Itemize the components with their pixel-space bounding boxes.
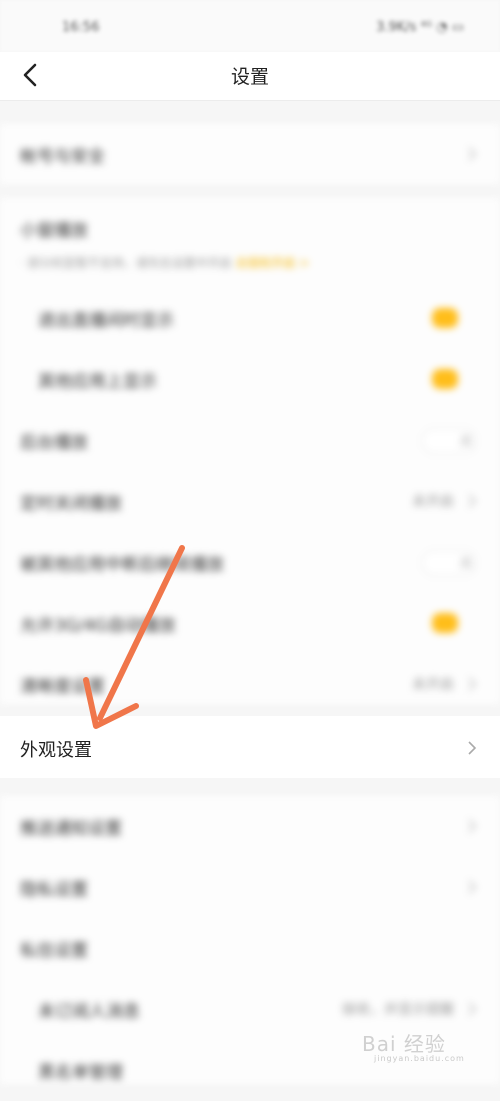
settings-row-other-apps[interactable]: 其他应用上显示: [0, 349, 500, 410]
section-playback: 小窗播放 退出直播间时显示 其他应用上显示 后台播放 关 定时关闭播放 未开启 …: [0, 198, 500, 704]
mini-window-note: · 部分机型暂不支持，请先在设置中开启 去授权开启 >: [20, 254, 309, 271]
row-label: 其他应用上显示: [38, 372, 157, 392]
row-label: 小窗播放: [20, 221, 88, 241]
settings-row-push[interactable]: 推送通知设置: [0, 796, 500, 857]
settings-row-exit-live[interactable]: 退出直播间时显示: [0, 288, 500, 349]
settings-row-background-play[interactable]: 后台播放 关: [0, 410, 500, 471]
settings-row-appearance[interactable]: 外观设置: [0, 716, 500, 778]
note-text: · 部分机型暂不支持，请先在设置中开启: [20, 256, 232, 270]
settings-row-timer-close[interactable]: 定时关闭播放 未开启: [0, 471, 500, 532]
toggle-switch-on[interactable]: [432, 613, 458, 633]
row-label: 未订阅人消息: [38, 1002, 140, 1022]
row-value: 接收，并显示提醒: [342, 1002, 454, 1018]
row-label: 推送通知设置: [20, 819, 122, 839]
chevron-left-icon: [23, 63, 37, 87]
toggle-text: 关: [459, 556, 473, 572]
settings-row-mobile-autoplay[interactable]: 允许3G/4G自动播放: [0, 593, 500, 654]
toggle-switch-off[interactable]: 关: [422, 550, 476, 576]
chevron-right-icon: [468, 147, 477, 161]
toggle-text: 关: [459, 434, 473, 450]
back-button[interactable]: [14, 58, 46, 92]
toggle-switch-off[interactable]: 关: [422, 428, 476, 454]
watermark-text: Bai 经验: [362, 1032, 446, 1056]
row-label: 允许3G/4G自动播放: [20, 616, 176, 636]
chevron-right-icon: [468, 1002, 477, 1016]
toggle-switch-on[interactable]: [432, 308, 458, 328]
row-label: 被其他应用中断后继续播放: [20, 555, 224, 575]
row-label: 黑名单管理: [38, 1063, 123, 1083]
chevron-right-icon: [468, 819, 477, 833]
chevron-right-icon: [468, 494, 477, 508]
status-bar: 16:56 3.9K/s ⁴ᴳ ◔ ▭: [0, 0, 500, 52]
settings-row-quality[interactable]: 清晰度设置 未开启: [0, 654, 500, 715]
settings-row-account[interactable]: 帐号与安全: [0, 124, 500, 185]
row-label: 退出直播间时显示: [38, 311, 174, 331]
status-time: 16:56: [62, 20, 100, 35]
row-label: 后台播放: [20, 433, 88, 453]
baidu-jingyan-watermark: Bai 经验 jingyan.baidu.com: [362, 1028, 472, 1063]
toggle-switch-on[interactable]: [432, 369, 458, 389]
watermark-sub: jingyan.baidu.com: [374, 1054, 465, 1063]
settings-row-resume-play[interactable]: 被其他应用中断后继续播放 关: [0, 532, 500, 593]
row-value: 未开启: [412, 677, 454, 693]
row-label: 私信设置: [20, 941, 88, 961]
row-label: 定时关闭播放: [20, 494, 122, 514]
settings-row-privacy[interactable]: 隐私设置: [0, 857, 500, 918]
section-account: 帐号与安全: [0, 124, 500, 184]
status-indicators: 3.9K/s ⁴ᴳ ◔ ▭: [376, 20, 464, 35]
settings-row-messages: 私信设置: [0, 918, 500, 979]
nav-bar: 设置: [0, 52, 500, 101]
row-value: 未开启: [412, 494, 454, 510]
chevron-right-icon: [468, 677, 477, 691]
row-label: 清晰度设置: [20, 677, 105, 697]
row-label: 帐号与安全: [20, 147, 105, 167]
row-label: 隐私设置: [20, 880, 88, 900]
chevron-right-icon: [468, 880, 477, 894]
chevron-right-icon: [468, 741, 477, 755]
row-label: 外观设置: [20, 740, 92, 761]
page-title: 设置: [230, 66, 269, 88]
settings-row-mini-window: 小窗播放: [0, 198, 500, 259]
note-link[interactable]: 去授权开启 >: [235, 256, 309, 270]
